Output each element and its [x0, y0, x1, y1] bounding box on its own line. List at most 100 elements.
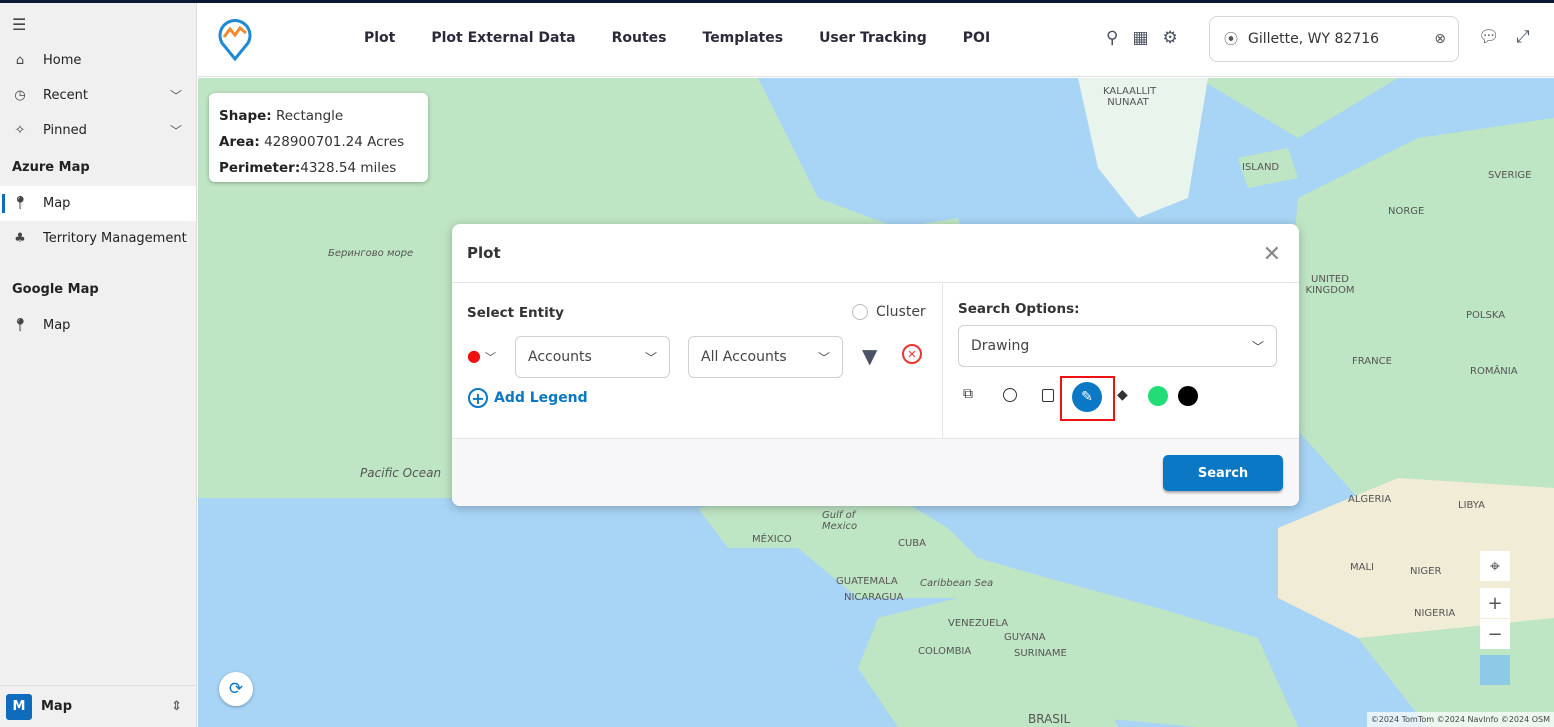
map-label: GUYANA [1004, 632, 1046, 643]
label: Map [43, 318, 71, 333]
filter-icon[interactable]: ▼ [862, 344, 877, 368]
zoom-in-button[interactable]: + [1480, 588, 1510, 618]
label: Home [43, 53, 82, 68]
sidebar-item-azure-map[interactable]: 📍︎ Map [0, 186, 196, 221]
map-label: KALAALLIT NUNAAT [1103, 86, 1157, 108]
cluster-radio[interactable]: Cluster [852, 304, 926, 320]
clock-icon: ◷ [14, 88, 26, 103]
pencil-tool-icon[interactable]: ✎ [1072, 382, 1102, 412]
search-option-select[interactable]: Drawing ﹀ [958, 325, 1277, 367]
add-legend-label: Add Legend [494, 390, 588, 406]
view-select[interactable]: All Accounts ﹀ [688, 336, 843, 378]
map-pin-icon: 📍︎ [12, 196, 29, 211]
radio-icon [852, 304, 868, 320]
entity-select[interactable]: Accounts ﹀ [515, 336, 670, 378]
perimeter-label: Perimeter: [219, 160, 301, 176]
map-label: MALI [1350, 562, 1374, 573]
map-label: FRANCE [1352, 356, 1392, 367]
area-value: 428900701.24 Acres [264, 134, 405, 150]
chat-icon[interactable]: 💬︎ [1478, 27, 1500, 47]
map-label: GUATEMALA [836, 576, 898, 587]
nav-poi[interactable]: POI [963, 30, 990, 46]
calendar-icon[interactable]: ▦ [1132, 28, 1148, 48]
label: Territory Management [43, 231, 187, 246]
circle-tool-icon[interactable] [1003, 388, 1017, 402]
sidebar-item-pinned[interactable]: ✧ Pinned ﹀ [0, 113, 196, 148]
view-value: All Accounts [701, 349, 787, 365]
chevron-down-icon[interactable]: ﹀ [170, 87, 182, 104]
close-icon[interactable]: ✕ [1263, 242, 1281, 267]
nav-templates[interactable]: Templates [703, 30, 784, 46]
shape-label: Shape: [219, 108, 272, 124]
refresh-button[interactable]: ⟳ [219, 672, 253, 706]
chevron-updown-icon: ⇕ [171, 699, 182, 714]
app-badge: M [6, 693, 32, 720]
search-option-value: Drawing [971, 338, 1030, 354]
label: Recent [43, 88, 88, 103]
sidebar-item-recent[interactable]: ◷ Recent ﹀ [0, 78, 196, 113]
map-label: NIGERIA [1414, 608, 1456, 619]
map-label: ALGERIA [1348, 494, 1392, 505]
map-label: VENEZUELA [948, 618, 1009, 629]
map-label: Gulf of Mexico [822, 510, 858, 532]
map-label: UNITED KINGDOM [1305, 274, 1355, 296]
map-label: CUBA [898, 538, 927, 549]
dialog-title: Plot [452, 224, 1299, 283]
app-label: Map [41, 699, 73, 714]
hamburger-menu-icon[interactable]: ☰ [0, 3, 196, 43]
fill-color-swatch[interactable] [1148, 386, 1168, 406]
chevron-down-icon: ﹀ [1251, 339, 1264, 354]
map-label: MÉXICO [752, 534, 792, 545]
label: Pinned [43, 123, 87, 138]
expand-icon[interactable]: ⤢ [1516, 27, 1530, 47]
clear-icon[interactable]: ⊗ [1434, 31, 1446, 47]
map-label: BRASIL [1028, 712, 1071, 726]
home-icon: ⌂ [15, 53, 25, 68]
app-switcher[interactable]: M Map ⇕ [0, 685, 196, 727]
map-label: SVERIGE [1488, 170, 1532, 181]
nav-plot-external-data[interactable]: Plot External Data [431, 30, 575, 46]
chevron-down-icon: ﹀ [484, 351, 496, 364]
stroke-color-swatch[interactable] [1178, 386, 1198, 406]
map-label: COLOMBIA [918, 646, 972, 657]
entity-value: Accounts [528, 349, 592, 365]
map-label: ROMÂNIA [1470, 366, 1518, 377]
section-azure-map: Azure Map [12, 159, 90, 175]
nav-routes[interactable]: Routes [612, 30, 667, 46]
chevron-down-icon[interactable]: ﹀ [170, 122, 182, 139]
map-label: LIBYA [1458, 500, 1486, 511]
location-search-input[interactable]: ⦿ Gillette, WY 82716 ⊗ [1209, 16, 1459, 62]
sidebar-item-home[interactable]: ⌂ Home [0, 43, 196, 78]
map-label: Pacific Ocean [360, 466, 442, 480]
map-attribution: ©2024 TomTom ©2024 NavInfo ©2024 OSM [1366, 712, 1554, 727]
select-shape-icon[interactable]: ⧉ [963, 386, 973, 402]
marker-pin-picker[interactable]: ● ﹀ [467, 346, 496, 365]
plot-dialog: Plot ✕ Select Entity Cluster ● ﹀ Accounts… [452, 224, 1299, 506]
perimeter-value: 4328.54 miles [300, 160, 397, 176]
search-button[interactable]: Search [1163, 455, 1283, 491]
search-icon[interactable]: ⚲ [1106, 28, 1118, 48]
remove-icon[interactable]: ✕ [902, 344, 922, 364]
map-label: POLSKA [1466, 310, 1506, 321]
sidebar-item-territory-management[interactable]: ♣ Territory Management [0, 221, 196, 256]
gear-icon[interactable]: ⚙ [1163, 28, 1178, 48]
logo [218, 19, 252, 61]
nav-user-tracking[interactable]: User Tracking [819, 30, 927, 46]
header: Plot Plot External Data Routes Templates… [198, 3, 1554, 77]
label: Map [43, 196, 71, 211]
sidebar-item-google-map[interactable]: 📍︎ Map [0, 308, 196, 343]
shape-info-tooltip: Shape: Rectangle Area: 428900701.24 Acre… [209, 93, 428, 182]
nav-plot[interactable]: Plot [364, 30, 395, 46]
map-style-button[interactable] [1480, 655, 1510, 685]
rectangle-tool-icon[interactable] [1042, 389, 1054, 402]
add-legend-button[interactable]: + Add Legend [468, 388, 588, 408]
eraser-icon[interactable]: ◆ [1117, 387, 1128, 403]
map-label: Берингово море [328, 248, 414, 259]
territory-icon: ♣ [14, 231, 26, 246]
map-label: Caribbean Sea [920, 578, 994, 589]
zoom-out-button[interactable]: − [1480, 619, 1510, 649]
pin-icon: ✧ [14, 123, 26, 138]
cluster-label: Cluster [876, 304, 926, 320]
map-label: NICARAGUA [844, 592, 904, 603]
locate-me-button[interactable]: ⌖ [1480, 551, 1510, 581]
